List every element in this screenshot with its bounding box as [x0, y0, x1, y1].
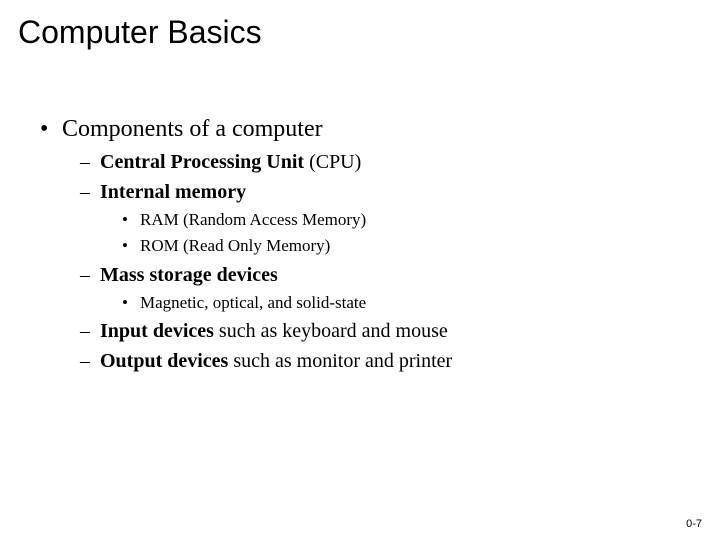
list-item-text: ROM (Read Only Memory): [140, 233, 330, 259]
list-item-text: Central Processing Unit (CPU): [100, 147, 361, 177]
list-item-text: Output devices such as monitor and print…: [100, 346, 452, 376]
slide-body: • Components of a computer – Central Pro…: [0, 51, 720, 376]
bullet-icon: •: [122, 233, 140, 259]
slide-title: Computer Basics: [0, 0, 720, 51]
dash-icon: –: [80, 346, 100, 376]
dash-icon: –: [80, 316, 100, 346]
list-item: – Input devices such as keyboard and mou…: [40, 316, 720, 346]
list-item: – Output devices such as monitor and pri…: [40, 346, 720, 376]
list-item-text: Components of a computer: [62, 111, 323, 147]
list-item: • RAM (Random Access Memory): [40, 207, 720, 233]
bullet-icon: •: [40, 111, 62, 147]
dash-icon: –: [80, 147, 100, 177]
list-item-text: Internal memory: [100, 177, 246, 207]
bullet-icon: •: [122, 207, 140, 233]
list-item-text: Magnetic, optical, and solid-state: [140, 290, 366, 316]
list-item-text: Mass storage devices: [100, 260, 278, 290]
list-item: – Central Processing Unit (CPU): [40, 147, 720, 177]
list-item: • Components of a computer: [40, 111, 720, 147]
list-item-text: Input devices such as keyboard and mouse: [100, 316, 448, 346]
list-item: • ROM (Read Only Memory): [40, 233, 720, 259]
page-number: 0-7: [686, 518, 702, 530]
dash-icon: –: [80, 177, 100, 207]
dash-icon: –: [80, 260, 100, 290]
list-item: • Magnetic, optical, and solid-state: [40, 290, 720, 316]
list-item: – Mass storage devices: [40, 260, 720, 290]
bullet-icon: •: [122, 290, 140, 316]
list-item-text: RAM (Random Access Memory): [140, 207, 366, 233]
list-item: – Internal memory: [40, 177, 720, 207]
